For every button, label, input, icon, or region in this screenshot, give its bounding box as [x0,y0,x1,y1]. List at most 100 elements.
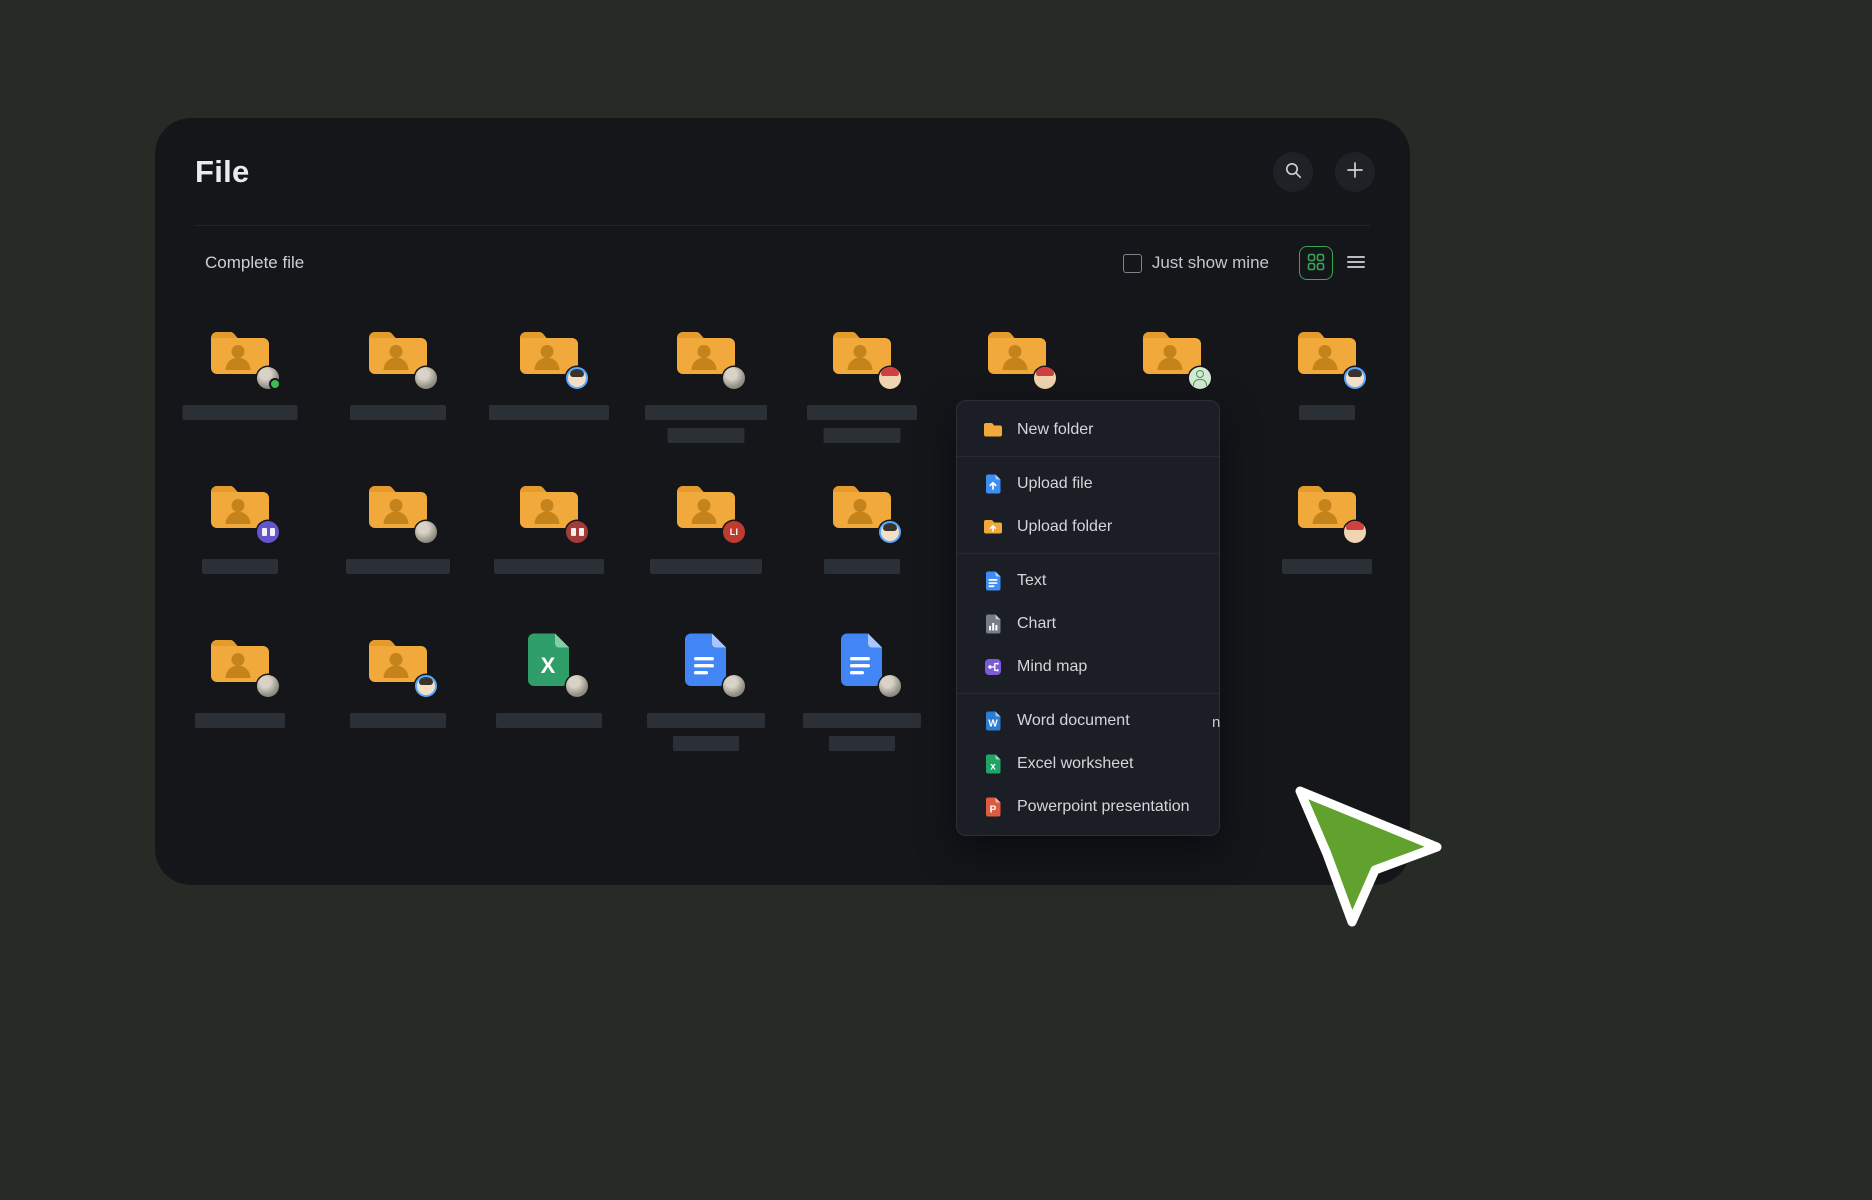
file-label-placeholder [824,559,900,574]
svg-text:W: W [988,718,998,729]
file-label-placeholder [829,736,895,751]
avatar-badge-avatar-blue [1344,367,1366,389]
avatar-badge-photo-gray [257,367,279,389]
document-file-icon [683,632,729,688]
file-label-placeholder [350,405,446,420]
file-app-window: File [155,118,1410,885]
ppt-icon: P [983,797,1003,817]
presence-dot [269,378,281,390]
file-label-placeholder [496,713,602,728]
file-label-placeholder [346,559,450,574]
file-label-placeholder [824,428,901,443]
file-item[interactable]: X [479,632,619,758]
svg-text:x: x [990,761,996,772]
file-item[interactable] [328,632,468,758]
file-item[interactable] [328,478,468,604]
menu-item-label: Upload folder [1017,518,1112,536]
menu-item-chart[interactable]: Chart [957,602,1219,645]
menu-item-label: Powerpoint presentation [1017,798,1190,816]
mind-map-icon [983,657,1003,677]
file-label-placeholder [202,559,278,574]
avatar-badge-photo-gray [723,675,745,697]
menu-group: New folder [957,403,1219,457]
svg-text:P: P [990,804,997,815]
new-folder-icon [983,420,1003,440]
avatar-badge-cjk-purple [257,521,279,543]
menu-item-mind-map[interactable]: Mind map [957,645,1219,688]
chart-icon [983,614,1003,634]
avatar-badge-avatar-blue [415,675,437,697]
file-label-placeholder [350,713,446,728]
file-item[interactable] [479,324,619,450]
file-label-placeholder [650,559,762,574]
file-label-placeholder [1282,559,1372,574]
file-item[interactable] [792,324,932,450]
avatar-badge-photo-gray [257,675,279,697]
file-item[interactable] [170,632,310,758]
menu-item-label: New folder [1017,421,1093,439]
svg-text:X: X [541,653,556,678]
menu-group: Text Chart Mind map [957,554,1219,694]
file-label-placeholder [803,713,921,728]
avatar-badge-photo-gray [879,675,901,697]
file-label-placeholder [489,405,609,420]
file-item[interactable] [636,324,776,450]
avatar-badge-avatar-red [1344,521,1366,543]
file-grid: LI X [155,118,1410,885]
avatar-badge-avatar-blue [566,367,588,389]
avatar-badge-cjk-red [566,521,588,543]
file-item[interactable] [1257,478,1397,604]
avatar-badge-photo-gray [415,367,437,389]
file-item[interactable] [170,324,310,450]
file-label-placeholder [647,713,765,728]
menu-item-label: Word document [1017,712,1130,730]
file-item[interactable] [170,478,310,604]
menu-item-excel-worksheet[interactable]: x Excel worksheet [957,742,1219,785]
file-label-placeholder [645,405,767,420]
menu-item-text[interactable]: Text [957,559,1219,602]
avatar-badge-avatar-blue [879,521,901,543]
document-file-icon [839,632,885,688]
file-item[interactable] [636,632,776,758]
file-item[interactable] [1257,324,1397,450]
file-label-placeholder [183,405,298,420]
file-label-placeholder [673,736,739,751]
menu-item-label: Mind map [1017,658,1087,676]
menu-item-upload-file[interactable]: Upload file [957,462,1219,505]
avatar-badge-initials-red: LI [723,521,745,543]
menu-item-upload-folder[interactable]: Upload folder [957,505,1219,548]
avatar-badge-avatar-red [879,367,901,389]
menu-group: W Word document x Excel worksheet P Powerpo… [957,694,1219,833]
obscured-label-fragment: n [1212,714,1220,731]
desktop-background: File [0,0,1872,1200]
avatar-badge-photo-gray [415,521,437,543]
file-item[interactable]: LI [636,478,776,604]
menu-item-label: Text [1017,572,1046,590]
upload-file-icon [983,474,1003,494]
file-label-placeholder [195,713,285,728]
file-item[interactable] [792,632,932,758]
avatar-badge-avatar-red [1034,367,1056,389]
avatar-badge-photo-gray [723,367,745,389]
file-item[interactable] [328,324,468,450]
excel-file-icon: X [526,632,572,688]
menu-item-label: Excel worksheet [1017,755,1134,773]
avatar-badge-person-green [1189,367,1211,389]
file-label-placeholder [1299,405,1355,420]
menu-item-label: Chart [1017,615,1056,633]
menu-item-word-document[interactable]: W Word document [957,699,1219,742]
menu-item-label: Upload file [1017,475,1093,493]
word-icon: W [983,711,1003,731]
excel-icon: x [983,754,1003,774]
cursor-arrow-icon [1280,770,1470,940]
file-item[interactable] [792,478,932,604]
file-label-placeholder [494,559,604,574]
menu-item-powerpoint-presentation[interactable]: P Powerpoint presentation [957,785,1219,828]
menu-group: Upload file Upload folder [957,457,1219,554]
text-icon [983,571,1003,591]
file-item[interactable] [479,478,619,604]
file-label-placeholder [668,428,745,443]
file-label-placeholder [807,405,917,420]
avatar-badge-photo-gray [566,675,588,697]
menu-item-new-folder[interactable]: New folder [957,408,1219,451]
